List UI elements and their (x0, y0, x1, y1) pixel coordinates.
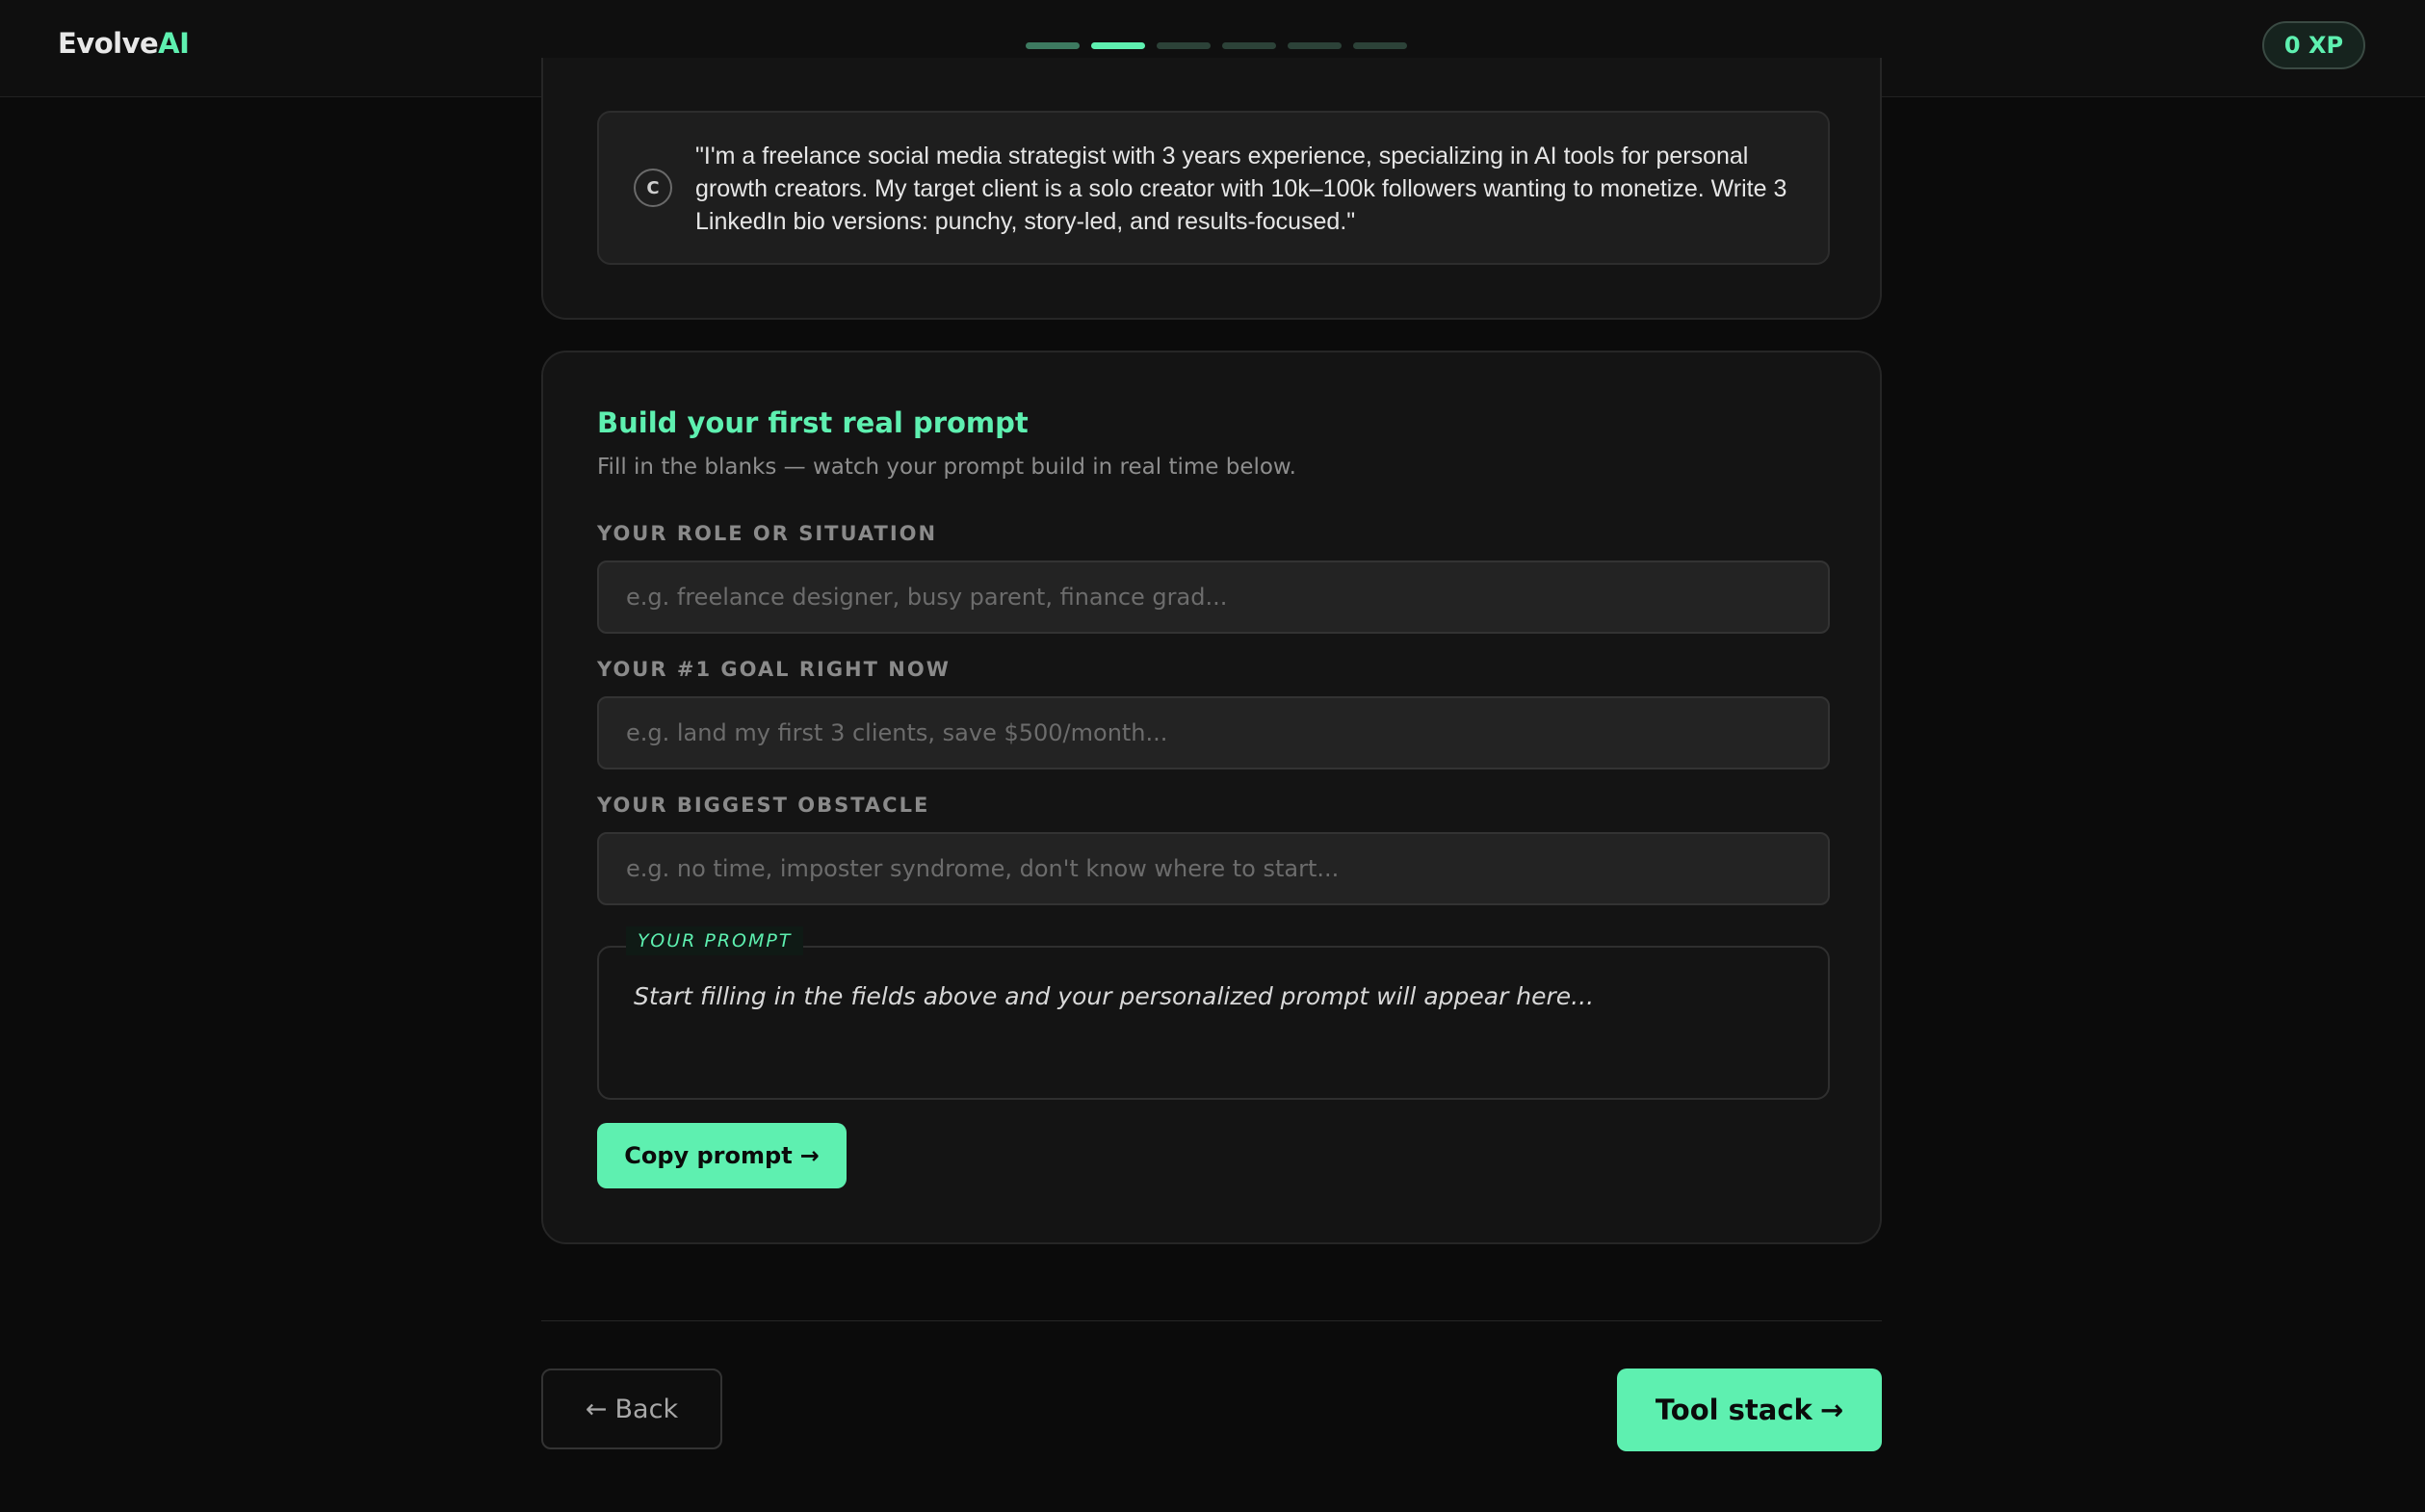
builder-subtitle: Fill in the blanks — watch your prompt b… (597, 455, 1296, 480)
example-card: C "I'm a freelance social media strategi… (541, 58, 1882, 320)
progress-segment-2 (1091, 42, 1145, 49)
example-option-c[interactable]: C "I'm a freelance social media strategi… (597, 111, 1830, 265)
copy-prompt-label: Copy prompt (624, 1142, 793, 1169)
progress-segment-4 (1222, 42, 1276, 49)
prompt-builder-card: Build your first real prompt Fill in the… (541, 351, 1882, 1244)
prompt-tag: YOUR PROMPT (626, 926, 804, 955)
back-button[interactable]: ← Back (541, 1369, 722, 1449)
obstacle-input[interactable] (597, 832, 1830, 905)
logo-text-ai: AI (158, 27, 190, 60)
role-input[interactable] (597, 560, 1830, 634)
role-field-label: YOUR ROLE OR SITUATION (597, 522, 938, 545)
progress-segment-6 (1353, 42, 1407, 49)
arrow-right-icon: → (1819, 1394, 1844, 1426)
arrow-left-icon: ← (585, 1394, 608, 1424)
option-letter-badge: C (634, 169, 672, 207)
logo-text-evolve: Evolve (58, 27, 159, 60)
logo[interactable]: EvolveAI (58, 27, 190, 60)
obstacle-field-label: YOUR BIGGEST OBSTACLE (597, 794, 930, 817)
footer-divider (541, 1320, 1882, 1321)
arrow-right-icon: → (799, 1142, 820, 1169)
goal-input[interactable] (597, 696, 1830, 769)
xp-badge: 0 XP (2262, 21, 2365, 69)
goal-field-label: YOUR #1 GOAL RIGHT NOW (597, 658, 951, 681)
progress-segment-5 (1288, 42, 1342, 49)
option-text: "I'm a freelance social media strategist… (695, 143, 1787, 235)
prompt-preview-text: Start filling in the fields above and yo… (634, 982, 1595, 1010)
step-progress (1026, 42, 1407, 49)
builder-title: Build your first real prompt (597, 406, 1029, 439)
progress-segment-3 (1157, 42, 1211, 49)
back-label: Back (614, 1394, 679, 1424)
tool-stack-button[interactable]: Tool stack → (1617, 1369, 1882, 1451)
tool-stack-label: Tool stack (1655, 1394, 1812, 1426)
copy-prompt-button[interactable]: Copy prompt → (597, 1123, 847, 1188)
prompt-preview: YOUR PROMPT Start filling in the fields … (597, 926, 1830, 1100)
progress-segment-1 (1026, 42, 1080, 49)
